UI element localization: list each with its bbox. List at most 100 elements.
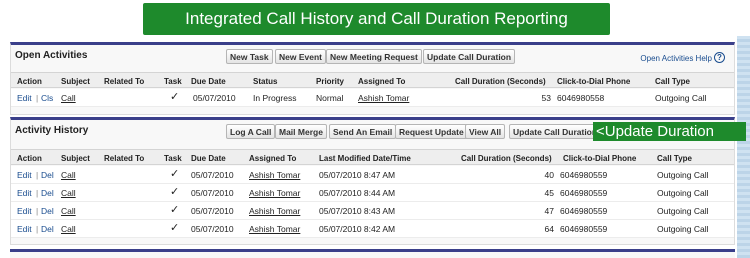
click-to-dial-phone[interactable]: 6046980559 bbox=[560, 224, 607, 234]
edit-link[interactable]: Edit bbox=[17, 93, 32, 103]
scroll-strip bbox=[737, 36, 750, 258]
update-call-duration-button[interactable]: Update Call Duration bbox=[423, 49, 516, 64]
table-row: Edit | Cls Call ✓ 05/07/2010 In Progress… bbox=[11, 89, 734, 107]
call-duration: 45 bbox=[544, 188, 554, 198]
task-check-icon: ✓ bbox=[170, 204, 180, 216]
delete-link[interactable]: Del bbox=[41, 224, 54, 234]
last-modified: 05/07/2010 8:43 AM bbox=[319, 206, 396, 216]
delete-link[interactable]: Del bbox=[41, 170, 54, 180]
subject-link[interactable]: Call bbox=[61, 224, 76, 234]
assigned-to-link[interactable]: Ashish Tomar bbox=[249, 224, 300, 234]
col-last-modified: Last Modified Date/Time bbox=[319, 154, 411, 163]
col-task: Task bbox=[164, 77, 182, 86]
edit-link[interactable]: Edit bbox=[17, 170, 32, 180]
action-separator: | bbox=[36, 93, 39, 103]
call-type: Outgoing Call bbox=[657, 206, 709, 216]
edit-link[interactable]: Edit bbox=[17, 188, 32, 198]
subject-link[interactable]: Call bbox=[61, 93, 76, 103]
priority: Normal bbox=[316, 93, 344, 103]
action-separator: | bbox=[36, 206, 39, 216]
last-modified: 05/07/2010 8:44 AM bbox=[319, 188, 396, 198]
view-all-button[interactable]: View All bbox=[465, 124, 506, 139]
request-update-button[interactable]: Request Update bbox=[395, 124, 468, 139]
open-activities-header: Open Activities New Task New Event New M… bbox=[11, 45, 734, 67]
assigned-to-link[interactable]: Ashish Tomar bbox=[358, 93, 409, 103]
activity-history-column-header: Action Subject Related To Task Due Date … bbox=[11, 149, 734, 165]
last-modified: 05/07/2010 8:47 AM bbox=[319, 170, 396, 180]
due-date: 05/07/2010 bbox=[191, 206, 234, 216]
col-call-duration: Call Duration (Seconds) bbox=[455, 77, 546, 86]
click-to-dial-phone[interactable]: 6046980559 bbox=[560, 188, 607, 198]
new-task-button[interactable]: New Task bbox=[226, 49, 273, 64]
call-type: Outgoing Call bbox=[657, 224, 709, 234]
action-separator: | bbox=[36, 224, 39, 234]
next-panel-edge bbox=[10, 249, 735, 258]
update-call-duration-button[interactable]: Update Call Duration bbox=[509, 124, 602, 139]
status: In Progress bbox=[253, 93, 297, 103]
last-modified: 05/07/2010 8:42 AM bbox=[319, 224, 396, 234]
help-icon[interactable]: ? bbox=[714, 52, 725, 63]
delete-link[interactable]: Del bbox=[41, 206, 54, 216]
assigned-to-link[interactable]: Ashish Tomar bbox=[249, 188, 300, 198]
col-action: Action bbox=[17, 154, 42, 163]
subject-link[interactable]: Call bbox=[61, 188, 76, 198]
update-duration-annotation: <Update Duration bbox=[593, 122, 746, 141]
delete-link[interactable]: Del bbox=[41, 188, 54, 198]
click-to-dial-phone[interactable]: 6046980559 bbox=[560, 206, 607, 216]
col-call-duration: Call Duration (Seconds) bbox=[461, 154, 552, 163]
send-an-email-button[interactable]: Send An Email bbox=[329, 124, 397, 139]
new-meeting-request-button[interactable]: New Meeting Request bbox=[326, 49, 422, 64]
close-link[interactable]: Cls bbox=[41, 93, 53, 103]
col-action: Action bbox=[17, 77, 42, 86]
assigned-to-link[interactable]: Ashish Tomar bbox=[249, 206, 300, 216]
task-check-icon: ✓ bbox=[170, 168, 180, 180]
col-call-type: Call Type bbox=[657, 154, 692, 163]
call-duration: 64 bbox=[544, 224, 554, 234]
open-activities-panel: Open Activities New Task New Event New M… bbox=[10, 42, 735, 115]
col-task: Task bbox=[164, 154, 182, 163]
col-priority: Priority bbox=[316, 77, 345, 86]
col-click-to-dial: Click-to-Dial Phone bbox=[557, 77, 631, 86]
col-subject: Subject bbox=[61, 154, 90, 163]
col-status: Status bbox=[253, 77, 278, 86]
table-row: Edit | Del Call ✓ 05/07/2010 Ashish Toma… bbox=[11, 220, 734, 238]
task-check-icon: ✓ bbox=[170, 186, 180, 198]
due-date: 05/07/2010 bbox=[191, 224, 234, 234]
click-to-dial-phone[interactable]: 6046980558 bbox=[557, 93, 604, 103]
col-due-date: Due Date bbox=[191, 154, 226, 163]
subject-link[interactable]: Call bbox=[61, 170, 76, 180]
call-type: Outgoing Call bbox=[657, 170, 709, 180]
assigned-to-link[interactable]: Ashish Tomar bbox=[249, 170, 300, 180]
table-row: Edit | Del Call ✓ 05/07/2010 Ashish Toma… bbox=[11, 184, 734, 202]
due-date: 05/07/2010 bbox=[191, 170, 234, 180]
col-related-to: Related To bbox=[104, 154, 145, 163]
subject-link[interactable]: Call bbox=[61, 206, 76, 216]
log-a-call-button[interactable]: Log A Call bbox=[226, 124, 276, 139]
table-row: Edit | Del Call ✓ 05/07/2010 Ashish Toma… bbox=[11, 202, 734, 220]
table-row: Edit | Del Call ✓ 05/07/2010 Ashish Toma… bbox=[11, 166, 734, 184]
due-date: 05/07/2010 bbox=[191, 188, 234, 198]
call-type: Outgoing Call bbox=[655, 93, 707, 103]
page-banner: Integrated Call History and Call Duratio… bbox=[143, 3, 610, 35]
call-duration: 40 bbox=[544, 170, 554, 180]
click-to-dial-phone[interactable]: 6046980559 bbox=[560, 170, 607, 180]
call-duration: 53 bbox=[541, 93, 551, 103]
col-assigned-to: Assigned To bbox=[249, 154, 297, 163]
activity-history-title: Activity History bbox=[15, 125, 89, 136]
open-activities-column-header: Action Subject Related To Task Due Date … bbox=[11, 72, 734, 88]
new-event-button[interactable]: New Event bbox=[275, 49, 326, 64]
open-activities-title: Open Activities bbox=[15, 50, 88, 61]
edit-link[interactable]: Edit bbox=[17, 206, 32, 216]
edit-link[interactable]: Edit bbox=[17, 224, 32, 234]
col-related-to: Related To bbox=[104, 77, 145, 86]
col-assigned-to: Assigned To bbox=[358, 77, 406, 86]
task-check-icon: ✓ bbox=[170, 222, 180, 234]
due-date: 05/07/2010 bbox=[193, 93, 236, 103]
task-check-icon: ✓ bbox=[170, 91, 180, 103]
col-due-date: Due Date bbox=[191, 77, 226, 86]
open-activities-help-link[interactable]: Open Activities Help bbox=[640, 54, 712, 63]
col-click-to-dial: Click-to-Dial Phone bbox=[563, 154, 637, 163]
action-separator: | bbox=[36, 188, 39, 198]
col-call-type: Call Type bbox=[655, 77, 690, 86]
mail-merge-button[interactable]: Mail Merge bbox=[275, 124, 327, 139]
